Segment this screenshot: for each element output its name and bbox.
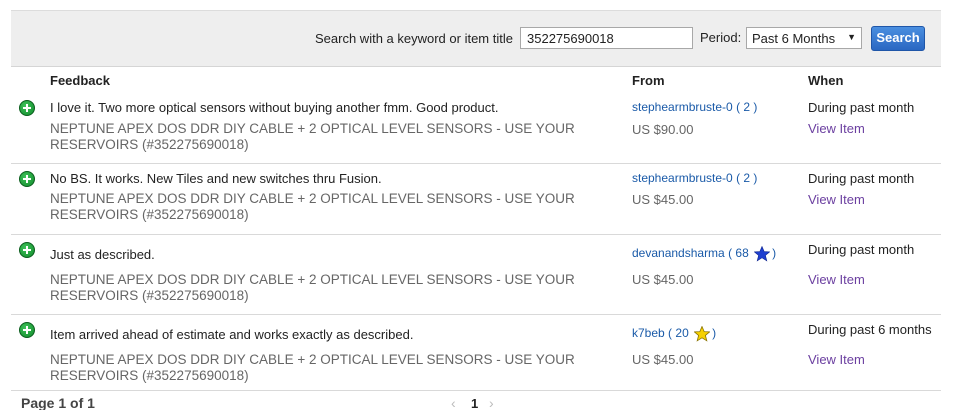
when-column-header: When [808, 73, 844, 88]
price: US $45.00 [632, 352, 694, 367]
period-select[interactable]: Past 6 Months ▼ [746, 27, 862, 49]
when-text: During past 6 months [808, 322, 932, 337]
from-user: stephearmbruste-0 ( 2 ) [632, 171, 758, 185]
period-select-value: Past 6 Months [752, 31, 836, 46]
item-title: NEPTUNE APEX DOS DDR DIY CABLE + 2 OPTIC… [50, 121, 575, 152]
user-link[interactable]: stephearmbruste-0 [632, 100, 733, 114]
from-column-header: From [632, 73, 665, 88]
user-link[interactable]: devanandsharma [632, 246, 725, 260]
when-text: During past month [808, 171, 915, 186]
item-title: NEPTUNE APEX DOS DDR DIY CABLE + 2 OPTIC… [50, 272, 575, 303]
item-title: NEPTUNE APEX DOS DDR DIY CABLE + 2 OPTIC… [50, 352, 575, 383]
feedback-row: Item arrived ahead of estimate and works… [11, 315, 941, 391]
page-indicator: Page 1 of 1 [21, 395, 95, 410]
chevron-left-icon[interactable]: ‹ [451, 395, 456, 410]
user-link[interactable]: k7beb [632, 326, 665, 340]
search-label: Search with a keyword or item title [315, 31, 513, 46]
chevron-down-icon: ▼ [847, 32, 856, 42]
search-input[interactable] [520, 27, 693, 49]
feedback-comment: No BS. It works. New Tiles and new switc… [50, 171, 382, 186]
feedback-comment: Just as described. [50, 247, 155, 262]
chevron-right-icon[interactable]: › [489, 395, 494, 410]
from-user: k7beb ( 20 ) [632, 326, 717, 342]
yellow-star-icon [694, 326, 711, 342]
user-score-link[interactable]: 20 [675, 326, 688, 340]
when-text: During past month [808, 242, 915, 257]
user-link[interactable]: stephearmbruste-0 [632, 171, 733, 185]
positive-feedback-icon [19, 171, 35, 187]
from-user: devanandsharma ( 68 ) [632, 246, 777, 262]
view-item-link[interactable]: View Item [808, 192, 865, 207]
feedback-row: No BS. It works. New Tiles and new switc… [11, 164, 941, 235]
price: US $45.00 [632, 192, 694, 207]
search-button[interactable]: Search [871, 26, 925, 51]
feedback-comment: Item arrived ahead of estimate and works… [50, 327, 414, 342]
feedback-row: I love it. Two more optical sensors with… [11, 93, 941, 164]
view-item-link[interactable]: View Item [808, 352, 865, 367]
from-user: stephearmbruste-0 ( 2 ) [632, 100, 758, 114]
feedback-column-header: Feedback [50, 73, 110, 88]
view-item-link[interactable]: View Item [808, 121, 865, 136]
item-title: NEPTUNE APEX DOS DDR DIY CABLE + 2 OPTIC… [50, 191, 575, 222]
search-bar: Search with a keyword or item title Peri… [11, 10, 941, 67]
price: US $90.00 [632, 122, 694, 137]
positive-feedback-icon [19, 100, 35, 116]
positive-feedback-icon [19, 322, 35, 338]
view-item-link[interactable]: View Item [808, 272, 865, 287]
user-score-link[interactable]: 68 [735, 246, 748, 260]
when-text: During past month [808, 100, 915, 115]
price: US $45.00 [632, 272, 694, 287]
page-number-current[interactable]: 1 [471, 396, 478, 410]
blue-star-icon [754, 246, 771, 262]
period-label: Period: [700, 30, 742, 45]
positive-feedback-icon [19, 242, 35, 258]
feedback-comment: I love it. Two more optical sensors with… [50, 100, 499, 115]
feedback-row: Just as described. NEPTUNE APEX DOS DDR … [11, 235, 941, 315]
